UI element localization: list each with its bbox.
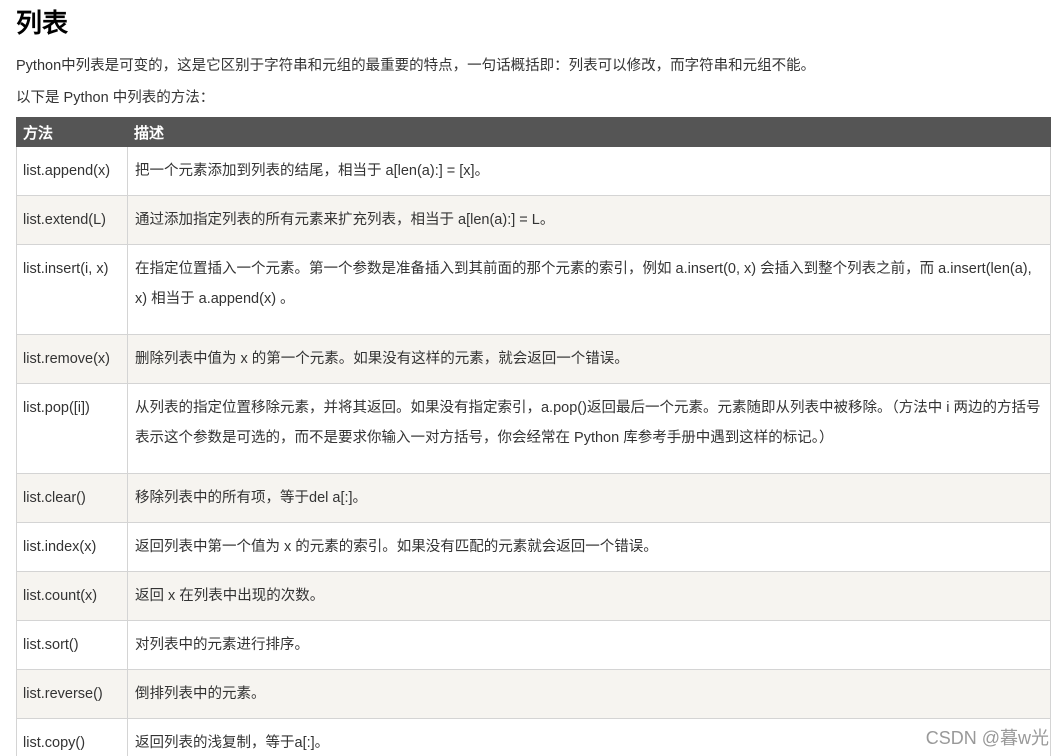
intro-paragraph: Python中列表是可变的，这是它区别于字符串和元组的最重要的特点，一句话概括即… xyxy=(16,58,816,74)
page-title: 列表 xyxy=(16,8,69,38)
table-row: list.count(x) 返回 x 在列表中出现的次数。 xyxy=(16,571,1051,621)
method-cell: list.sort() xyxy=(16,620,128,670)
method-cell: list.count(x) xyxy=(16,571,128,621)
header-description: 描述 xyxy=(127,117,1051,147)
description-cell: 倒排列表中的元素。 xyxy=(127,669,1051,719)
table-row: list.clear() 移除列表中的所有项，等于del a[:]。 xyxy=(16,473,1051,523)
method-cell: list.remove(x) xyxy=(16,334,128,384)
method-cell: list.pop([i]) xyxy=(16,383,128,474)
table-row: list.reverse() 倒排列表中的元素。 xyxy=(16,669,1051,719)
table-row: list.copy() 返回列表的浅复制，等于a[:]。 xyxy=(16,718,1051,756)
table-row: list.remove(x) 删除列表中值为 x 的第一个元素。如果没有这样的元… xyxy=(16,334,1051,384)
methods-intro: 以下是 Python 中列表的方法： xyxy=(16,90,215,106)
table-header: 方法 描述 xyxy=(16,117,1051,147)
method-cell: list.extend(L) xyxy=(16,195,128,245)
description-cell: 通过添加指定列表的所有元素来扩充列表，相当于 a[len(a):] = L。 xyxy=(127,195,1051,245)
description-cell: 把一个元素添加到列表的结尾，相当于 a[len(a):] = [x]。 xyxy=(127,146,1051,196)
header-method: 方法 xyxy=(16,117,128,147)
description-cell: 返回列表中第一个值为 x 的元素的索引。如果没有匹配的元素就会返回一个错误。 xyxy=(127,522,1051,572)
table-row: list.append(x) 把一个元素添加到列表的结尾，相当于 a[len(a… xyxy=(16,146,1051,196)
method-cell: list.reverse() xyxy=(16,669,128,719)
table-row: list.extend(L) 通过添加指定列表的所有元素来扩充列表，相当于 a[… xyxy=(16,195,1051,245)
table-row: list.sort() 对列表中的元素进行排序。 xyxy=(16,620,1051,670)
method-cell: list.insert(i, x) xyxy=(16,244,128,335)
table-row: list.index(x) 返回列表中第一个值为 x 的元素的索引。如果没有匹配… xyxy=(16,522,1051,572)
table-row: list.pop([i]) 从列表的指定位置移除元素，并将其返回。如果没有指定索… xyxy=(16,383,1051,474)
description-cell: 在指定位置插入一个元素。第一个参数是准备插入到其前面的那个元素的索引，例如 a.… xyxy=(127,244,1051,335)
description-cell: 从列表的指定位置移除元素，并将其返回。如果没有指定索引，a.pop()返回最后一… xyxy=(127,383,1051,474)
method-cell: list.index(x) xyxy=(16,522,128,572)
method-cell: list.append(x) xyxy=(16,146,128,196)
table-row: list.insert(i, x) 在指定位置插入一个元素。第一个参数是准备插入… xyxy=(16,244,1051,335)
description-cell: 返回 x 在列表中出现的次数。 xyxy=(127,571,1051,621)
description-cell: 返回列表的浅复制，等于a[:]。 xyxy=(127,718,1051,756)
description-cell: 移除列表中的所有项，等于del a[:]。 xyxy=(127,473,1051,523)
method-cell: list.copy() xyxy=(16,718,128,756)
csdn-watermark: CSDN @暮w光 xyxy=(925,728,1049,748)
methods-table: 方法 描述 list.append(x) 把一个元素添加到列表的结尾，相当于 a… xyxy=(16,117,1051,756)
description-cell: 对列表中的元素进行排序。 xyxy=(127,620,1051,670)
description-cell: 删除列表中值为 x 的第一个元素。如果没有这样的元素，就会返回一个错误。 xyxy=(127,334,1051,384)
method-cell: list.clear() xyxy=(16,473,128,523)
